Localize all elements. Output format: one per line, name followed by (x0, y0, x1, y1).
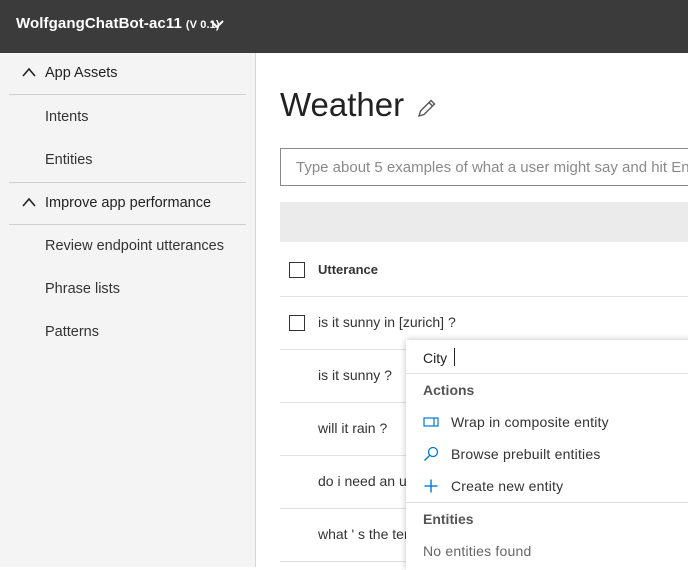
option-label: Create new entity (451, 478, 564, 494)
sidebar-item-review-endpoint-utterances[interactable]: Review endpoint utterances (45, 238, 224, 254)
entity-search-value[interactable]: City (423, 350, 447, 366)
sidebar: App Assets Intents Entities Improve app … (0, 53, 256, 567)
option-label: Wrap in composite entity (451, 414, 609, 430)
sidebar-section-label: App Assets (45, 65, 118, 81)
column-header-utterance: Utterance (318, 262, 378, 277)
entities-heading: Entities (423, 511, 474, 527)
table-header-row: Utterance (280, 243, 688, 297)
search-icon (424, 446, 439, 461)
utterance-input-box[interactable] (280, 148, 688, 186)
create-new-entity-option[interactable]: Create new entity (406, 472, 688, 500)
sidebar-section-improve-performance[interactable]: Improve app performance (9, 182, 246, 225)
composite-entity-icon (423, 417, 439, 427)
page-title: Weather (280, 86, 405, 123)
option-label: Browse prebuilt entities (451, 446, 601, 462)
dropdown-divider (406, 502, 688, 503)
utterance-text[interactable]: will it rain ? (318, 420, 387, 436)
sidebar-section-label: Improve app performance (45, 195, 212, 211)
entity-dropdown: City Actions Wrap in composite entity Br… (406, 340, 688, 570)
no-entities-message: No entities found (423, 543, 532, 559)
app-switcher[interactable]: WolfgangChatBot-ac11 (V 0.1) (16, 15, 220, 32)
utterance-text[interactable]: is it sunny ? (318, 367, 392, 383)
top-bar: WolfgangChatBot-ac11 (V 0.1) (0, 0, 688, 53)
plus-icon (424, 479, 438, 493)
browse-prebuilt-entities-option[interactable]: Browse prebuilt entities (406, 440, 688, 468)
sidebar-item-phrase-lists[interactable]: Phrase lists (45, 281, 120, 297)
sidebar-item-patterns[interactable]: Patterns (45, 324, 99, 340)
utterance-text[interactable]: is it sunny in [zurich] ? (318, 314, 456, 330)
app-name: WolfgangChatBot-ac11 (16, 15, 182, 32)
text-caret (454, 348, 455, 366)
sidebar-section-app-assets[interactable]: App Assets (9, 53, 246, 95)
row-checkbox[interactable] (289, 315, 305, 331)
wrap-composite-entity-option[interactable]: Wrap in composite entity (406, 408, 688, 436)
entity-search-box[interactable]: City (406, 340, 688, 374)
utterance-input[interactable] (281, 149, 688, 185)
chevron-up-icon (22, 67, 36, 77)
sidebar-item-entities[interactable]: Entities (45, 152, 93, 168)
pencil-icon[interactable] (416, 97, 438, 119)
chevron-down-icon[interactable] (210, 17, 224, 31)
select-all-checkbox[interactable] (289, 262, 305, 278)
actions-heading: Actions (423, 382, 475, 398)
table-toolbar (280, 202, 688, 242)
sidebar-item-intents[interactable]: Intents (45, 109, 89, 125)
chevron-up-icon (22, 197, 36, 207)
